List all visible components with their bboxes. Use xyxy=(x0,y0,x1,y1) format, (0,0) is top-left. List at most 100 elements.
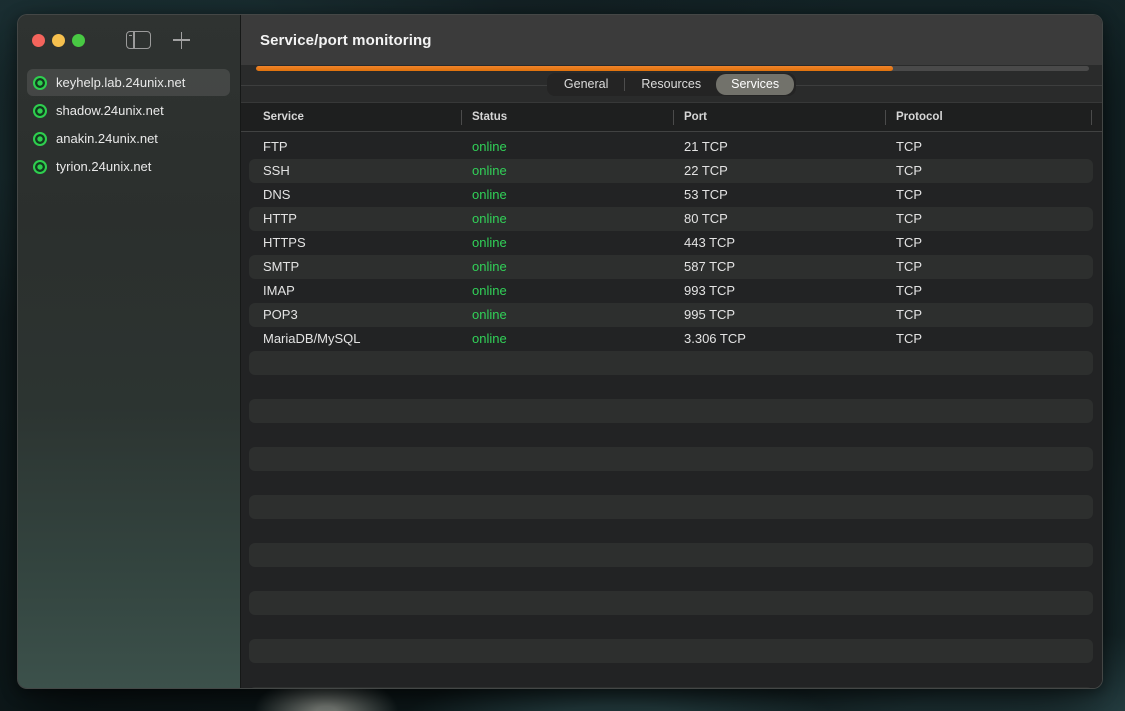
row-stripe xyxy=(249,687,1093,688)
empty-table-row xyxy=(241,471,1102,495)
cell-protocol: TCP xyxy=(896,159,922,183)
status-dot-icon xyxy=(33,160,47,174)
empty-table-row xyxy=(241,375,1102,399)
column-divider xyxy=(885,110,886,125)
table-body: FTP online 21 TCP TCP SSH online 22 TCP TCP DNS o… xyxy=(241,132,1102,688)
cell-port: 995 TCP xyxy=(684,303,735,327)
row-stripe xyxy=(249,303,1093,327)
column-header-status[interactable]: Status xyxy=(472,103,507,131)
table-row[interactable]: IMAPonline993 TCPTCP xyxy=(241,279,1102,303)
progress-bar-fill xyxy=(256,66,893,71)
row-stripe xyxy=(249,207,1093,231)
cell-status: online xyxy=(472,255,507,279)
cell-protocol: TCP xyxy=(896,207,922,231)
cell-status: online xyxy=(472,183,507,207)
sidebar-item-server-3[interactable]: tyrion.24unix.net xyxy=(27,153,230,180)
minimize-icon[interactable] xyxy=(52,34,65,47)
cell-service: SMTP xyxy=(263,255,299,279)
tab-services[interactable]: Services xyxy=(716,74,794,95)
status-dot-icon xyxy=(33,132,47,146)
cell-port: 993 TCP xyxy=(684,279,735,303)
tab-resources[interactable]: Resources xyxy=(626,74,716,95)
cell-port: 21 TCP xyxy=(684,135,728,159)
empty-table-row xyxy=(241,399,1102,423)
row-stripe xyxy=(249,399,1093,423)
empty-table-row xyxy=(241,495,1102,519)
progress-bar xyxy=(256,66,1089,71)
cell-status: online xyxy=(472,303,507,327)
tab-separator xyxy=(624,78,625,91)
tab-bar: GeneralResourcesServices xyxy=(241,73,1102,96)
cell-service: IMAP xyxy=(263,279,295,303)
empty-table-row xyxy=(241,447,1102,471)
column-header-service[interactable]: Service xyxy=(263,103,304,131)
row-stripe xyxy=(249,255,1093,279)
zoom-icon[interactable] xyxy=(72,34,85,47)
column-divider xyxy=(673,110,674,125)
cell-port: 587 TCP xyxy=(684,255,735,279)
empty-table-row xyxy=(241,423,1102,447)
row-stripe xyxy=(249,159,1093,183)
server-label: tyrion.24unix.net xyxy=(56,159,151,174)
cell-port: 80 TCP xyxy=(684,207,728,231)
close-icon[interactable] xyxy=(32,34,45,47)
table-row[interactable]: FTP online 21 TCP TCP xyxy=(241,135,1102,159)
table-row[interactable]: SSH online 22 TCP TCP xyxy=(241,159,1102,183)
table-row[interactable]: HTTPonline80 TCPTCP xyxy=(241,207,1102,231)
empty-table-row xyxy=(241,591,1102,615)
table-header: Service Status Port Protocol xyxy=(241,102,1102,132)
empty-table-row xyxy=(241,519,1102,543)
cell-service: DNS xyxy=(263,183,290,207)
column-header-port[interactable]: Port xyxy=(684,103,707,131)
cell-status: online xyxy=(472,279,507,303)
table-row[interactable]: DNSonline53 TCPTCP xyxy=(241,183,1102,207)
cell-protocol: TCP xyxy=(896,327,922,351)
server-list: keyhelp.lab.24unix.net shadow.24unix.net a… xyxy=(18,69,240,180)
cell-port: 22 TCP xyxy=(684,159,728,183)
cell-service: HTTPS xyxy=(263,231,306,255)
cell-port: 53 TCP xyxy=(684,183,728,207)
table-row[interactable]: HTTPSonline443 TCPTCP xyxy=(241,231,1102,255)
empty-table-row xyxy=(241,639,1102,663)
sidebar: keyhelp.lab.24unix.net shadow.24unix.net a… xyxy=(18,15,241,688)
cell-service: SSH xyxy=(263,159,290,183)
empty-table-row xyxy=(241,663,1102,687)
cell-protocol: TCP xyxy=(896,135,922,159)
row-stripe xyxy=(249,351,1093,375)
tab-general[interactable]: General xyxy=(549,74,623,95)
add-icon[interactable] xyxy=(173,32,190,49)
sidebar-toggle-icon[interactable] xyxy=(126,31,151,49)
cell-service: POP3 xyxy=(263,303,298,327)
page-title: Service/port monitoring xyxy=(260,32,432,49)
cell-port: 443 TCP xyxy=(684,231,735,255)
row-stripe xyxy=(249,447,1093,471)
empty-table-row xyxy=(241,615,1102,639)
sidebar-item-server-2[interactable]: anakin.24unix.net xyxy=(27,125,230,152)
sidebar-toolbar xyxy=(18,15,240,65)
sidebar-item-server-1[interactable]: shadow.24unix.net xyxy=(27,97,230,124)
app-window: keyhelp.lab.24unix.net shadow.24unix.net a… xyxy=(17,14,1103,689)
cell-status: online xyxy=(472,207,507,231)
cell-status: online xyxy=(472,135,507,159)
table-row[interactable]: MariaDB/MySQLonline3.306 TCPTCP xyxy=(241,327,1102,351)
column-header-protocol[interactable]: Protocol xyxy=(896,103,943,131)
row-stripe xyxy=(249,591,1093,615)
row-stripe xyxy=(249,639,1093,663)
empty-table-row xyxy=(241,543,1102,567)
table-row[interactable]: SMTP online 587 TCP TCP xyxy=(241,255,1102,279)
table-row[interactable]: POP3online995 TCPTCP xyxy=(241,303,1102,327)
server-label: keyhelp.lab.24unix.net xyxy=(56,75,185,90)
server-label: shadow.24unix.net xyxy=(56,103,164,118)
empty-table-row xyxy=(241,351,1102,375)
empty-table-row xyxy=(241,687,1102,688)
content-titlebar: Service/port monitoring xyxy=(241,15,1102,65)
column-divider xyxy=(461,110,462,125)
cell-service: FTP xyxy=(263,135,288,159)
column-divider xyxy=(1091,110,1092,125)
cell-port: 3.306 TCP xyxy=(684,327,746,351)
server-label: anakin.24unix.net xyxy=(56,131,158,146)
cell-protocol: TCP xyxy=(896,255,922,279)
sidebar-item-server-0[interactable]: keyhelp.lab.24unix.net xyxy=(27,69,230,96)
cell-protocol: TCP xyxy=(896,231,922,255)
cell-status: online xyxy=(472,159,507,183)
